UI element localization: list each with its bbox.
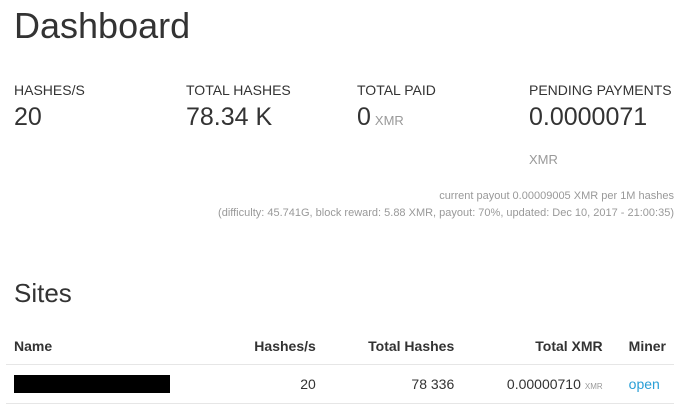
site-total-xmr: 0.00000710 bbox=[506, 376, 581, 393]
site-miner-cell: open bbox=[610, 364, 674, 405]
stat-total-paid: TOTAL PAID 0 XMR bbox=[357, 82, 436, 136]
stat-total-hashes: TOTAL HASHES 78.34 K bbox=[186, 82, 291, 132]
site-hashes-per-sec: 20 bbox=[181, 364, 324, 405]
stat-value: 78.34 K bbox=[186, 103, 273, 131]
stat-label: HASHES/S bbox=[14, 82, 85, 98]
column-header-miner: Miner bbox=[610, 326, 674, 365]
open-miner-link[interactable]: open bbox=[629, 376, 660, 392]
stat-pending-payments: PENDING PAYMENTS 0.0000071 XMR bbox=[529, 82, 672, 167]
payout-note: current payout 0.00009005 XMR per 1M has… bbox=[218, 188, 674, 222]
table-row: 20 78 336 0.00000710 XMR open bbox=[6, 364, 674, 405]
payout-details-text: (difficulty: 45.741G, block reward: 5.88… bbox=[218, 207, 674, 219]
page-title: Dashboard bbox=[14, 5, 191, 46]
stat-label: TOTAL HASHES bbox=[186, 82, 291, 98]
sites-table: Name Hashes/s Total Hashes Total XMR Min… bbox=[6, 326, 674, 405]
sites-section-title: Sites bbox=[14, 278, 72, 308]
stat-unit: XMR bbox=[374, 113, 404, 128]
column-header-name: Name bbox=[6, 326, 182, 365]
column-header-total-hashes: Total Hashes bbox=[323, 326, 463, 365]
column-header-hashes-per-sec: Hashes/s bbox=[181, 326, 324, 365]
stat-label: TOTAL PAID bbox=[357, 82, 436, 98]
site-total-hashes: 78 336 bbox=[323, 364, 463, 405]
stat-value: 0 bbox=[357, 103, 371, 131]
stat-value-row: 0 XMR bbox=[357, 102, 436, 136]
table-header-row: Name Hashes/s Total Hashes Total XMR Min… bbox=[6, 326, 674, 365]
column-header-total-xmr: Total XMR bbox=[462, 326, 611, 365]
stat-value: 0.0000071 bbox=[529, 103, 648, 131]
site-name-cell bbox=[6, 364, 182, 405]
stat-unit: XMR bbox=[529, 152, 558, 167]
stat-label: PENDING PAYMENTS bbox=[529, 82, 672, 98]
redacted-site-name bbox=[14, 375, 170, 394]
site-total-xmr-cell: 0.00000710 XMR bbox=[462, 364, 611, 405]
stat-value: 20 bbox=[14, 103, 42, 131]
stat-hashes-per-sec: HASHES/S 20 bbox=[14, 82, 85, 132]
site-xmr-unit: XMR bbox=[584, 382, 603, 392]
payout-rate-text: current payout 0.00009005 XMR per 1M has… bbox=[439, 190, 674, 202]
